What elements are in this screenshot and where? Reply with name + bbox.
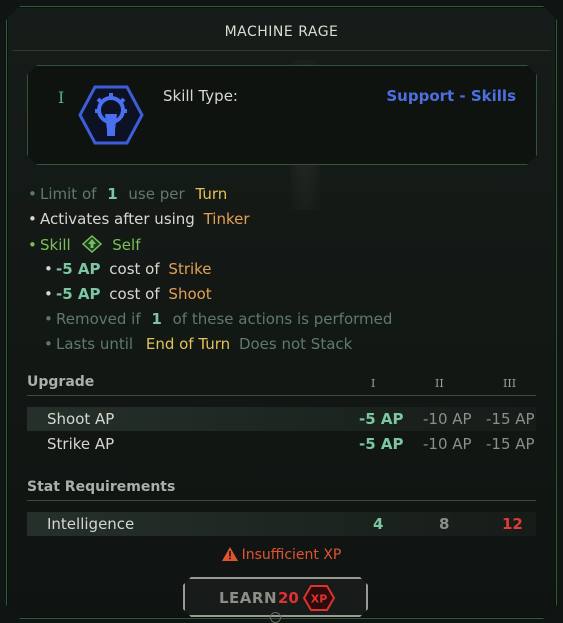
xp-badge-icon: XP bbox=[303, 585, 335, 611]
gear-fist-icon bbox=[78, 84, 144, 146]
tier-mark: I bbox=[58, 88, 65, 107]
requirements-heading: Stat Requirements bbox=[27, 478, 536, 501]
effect-limit: • Limit of 1 use per Turn bbox=[28, 185, 228, 203]
learn-cost: 20 bbox=[278, 589, 299, 607]
effect-activates: • Activates after using Tinker bbox=[28, 210, 250, 228]
effect-removed: • Removed if 1 of these actions is perfor… bbox=[44, 310, 393, 328]
skill-title: MACHINE RAGE bbox=[224, 24, 339, 40]
self-arrow-icon bbox=[81, 234, 102, 254]
tier-3-label: III bbox=[503, 377, 517, 390]
upgrade-row-strike: Strike AP -5 AP -10 AP -15 AP bbox=[47, 435, 535, 453]
tier-1-label: I bbox=[371, 377, 376, 390]
effect-ap-shoot: • -5 AP cost of Shoot bbox=[44, 285, 212, 303]
learn-button[interactable]: LEARN 20 XP bbox=[183, 577, 368, 617]
skill-type-value: Support - Skills bbox=[386, 87, 516, 105]
warning-icon bbox=[221, 547, 238, 561]
svg-text:XP: XP bbox=[311, 593, 328, 606]
learn-label: LEARN bbox=[219, 589, 278, 607]
insufficient-xp-warning: Insufficient XP bbox=[0, 547, 563, 563]
upgrade-row-shoot: Shoot AP -5 AP -10 AP -15 AP bbox=[27, 407, 536, 431]
upgrade-heading: Upgrade I II III bbox=[27, 373, 536, 396]
effect-skill-target: • Skill Self bbox=[28, 234, 141, 254]
skill-header-box: I Skill Type: Support - Skills bbox=[27, 65, 537, 165]
tier-2-label: II bbox=[435, 377, 444, 390]
title-divider bbox=[12, 50, 551, 51]
skill-type-label: Skill Type: bbox=[163, 87, 238, 105]
requirement-row-intelligence: Intelligence 4 8 12 bbox=[27, 512, 536, 536]
page-indicator-icon bbox=[270, 612, 281, 623]
effect-ap-strike: • -5 AP cost of Strike bbox=[44, 260, 212, 278]
effect-lasts: • Lasts until End of Turn Does not Stack bbox=[44, 335, 353, 353]
